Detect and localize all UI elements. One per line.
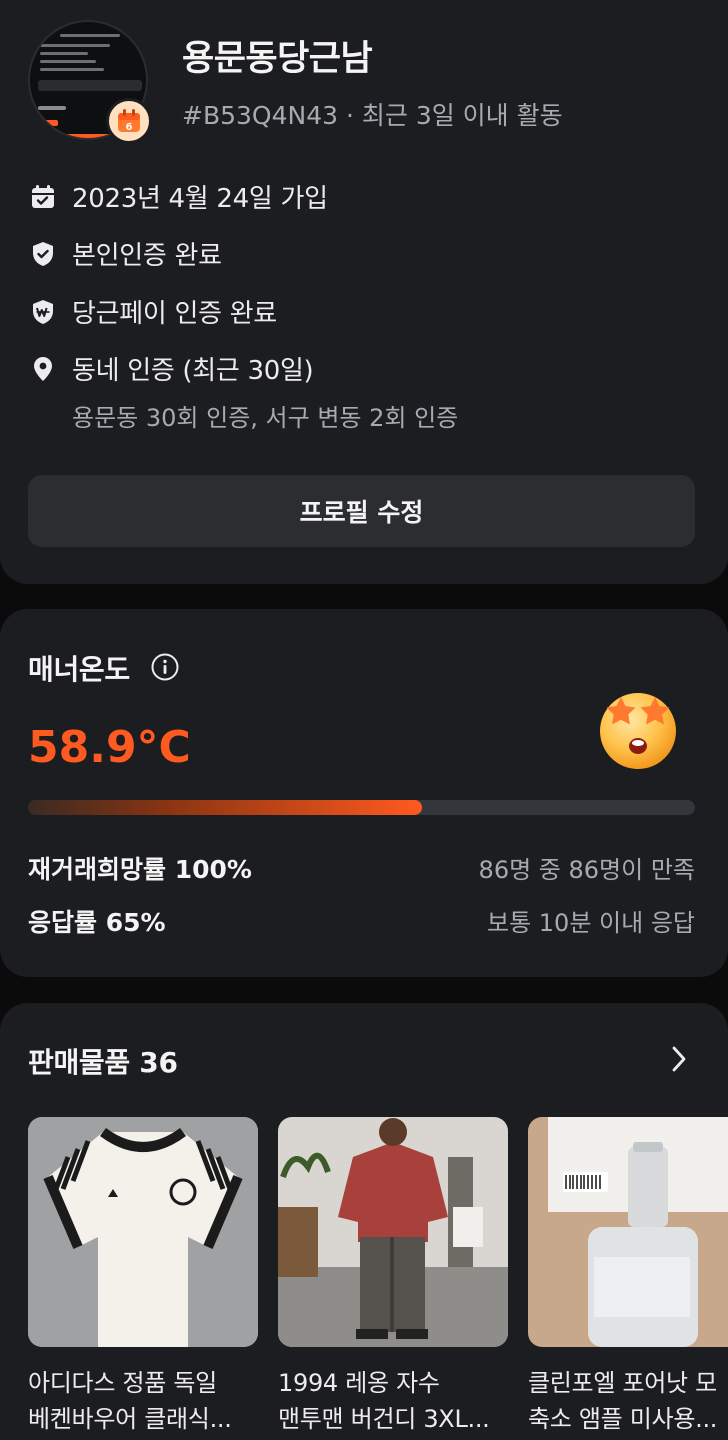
neighborhood-verified: 동네 인증 (최근 30일) bbox=[72, 356, 314, 386]
identity-verified: 본인인증 완료 bbox=[72, 241, 222, 271]
response-detail: 보통 10분 이내 응답 bbox=[487, 909, 695, 937]
product-title-line2: 베켄바우어 클래식... bbox=[28, 1405, 232, 1433]
product-title-line2: 축소 앰플 미사용... bbox=[528, 1405, 718, 1433]
nickname: 용문동당근남 bbox=[182, 39, 373, 79]
calendar-check-icon bbox=[28, 182, 58, 212]
shield-won-icon bbox=[28, 297, 58, 327]
shield-check-icon bbox=[28, 239, 58, 269]
product-title-line1: 1994 레옹 자수 bbox=[278, 1369, 440, 1397]
manner-title: 매너온도 bbox=[28, 653, 130, 686]
rehire-rate: 재거래희망률 100% bbox=[28, 855, 252, 884]
pay-verified: 당근페이 인증 완료 bbox=[72, 299, 277, 329]
info-pay: 당근페이 인증 완료 bbox=[28, 293, 277, 330]
calendar-badge-icon: 6 bbox=[106, 98, 152, 144]
product-card[interactable]: 아디다스 정품 독일 베켄바우어 클래식... bbox=[28, 1117, 258, 1437]
product-title-line1: 아디다스 정품 독일 bbox=[28, 1369, 217, 1397]
product-card[interactable]: 1994 레옹 자수 맨투맨 버건디 3XL... bbox=[278, 1117, 508, 1437]
info-neighborhood: 동네 인증 (최근 30일) bbox=[28, 350, 314, 387]
meta-separator: · bbox=[345, 101, 362, 130]
manner-progress-fill bbox=[28, 800, 422, 815]
product-image[interactable] bbox=[28, 1117, 258, 1347]
location-pin-icon bbox=[28, 354, 58, 384]
product-card[interactable]: 클린포엘 포어낫 모 축소 앰플 미사용... bbox=[528, 1117, 728, 1437]
product-image[interactable] bbox=[278, 1117, 508, 1347]
product-title-line1: 클린포엘 포어낫 모 bbox=[528, 1369, 717, 1397]
chevron-right-icon[interactable] bbox=[664, 1042, 694, 1076]
manner-temperature: 58.9°C bbox=[28, 722, 191, 773]
sales-title[interactable]: 판매물품 36 bbox=[28, 1041, 178, 1081]
star-eyes-face-icon bbox=[595, 684, 681, 770]
manner-progress-bar bbox=[28, 800, 695, 815]
info-identity: 본인인증 완료 bbox=[28, 235, 222, 272]
joined-date: 2023년 4월 24일 가입 bbox=[72, 184, 328, 214]
response-rate: 응답률 65% bbox=[28, 908, 166, 937]
rehire-detail: 86명 중 86명이 만족 bbox=[478, 856, 695, 884]
profile-card: 6 용문동당근남 #B53Q4N43 · 최근 3일 이내 활동 2023년 4… bbox=[0, 0, 728, 584]
edit-profile-button[interactable]: 프로필 수정 bbox=[28, 475, 695, 547]
neighborhood-detail: 용문동 30회 인증, 서구 변동 2회 인증 bbox=[72, 404, 459, 432]
product-title-line2: 맨투맨 버건디 3XL... bbox=[278, 1405, 490, 1433]
product-image[interactable] bbox=[528, 1117, 728, 1347]
activity-status: 최근 3일 이내 활동 bbox=[361, 101, 563, 130]
svg-text:6: 6 bbox=[126, 122, 133, 133]
user-id: #B53Q4N43 bbox=[182, 101, 339, 130]
info-icon[interactable] bbox=[150, 652, 180, 682]
info-joined: 2023년 4월 24일 가입 bbox=[28, 178, 328, 215]
user-meta: #B53Q4N43 · 최근 3일 이내 활동 bbox=[182, 96, 563, 132]
